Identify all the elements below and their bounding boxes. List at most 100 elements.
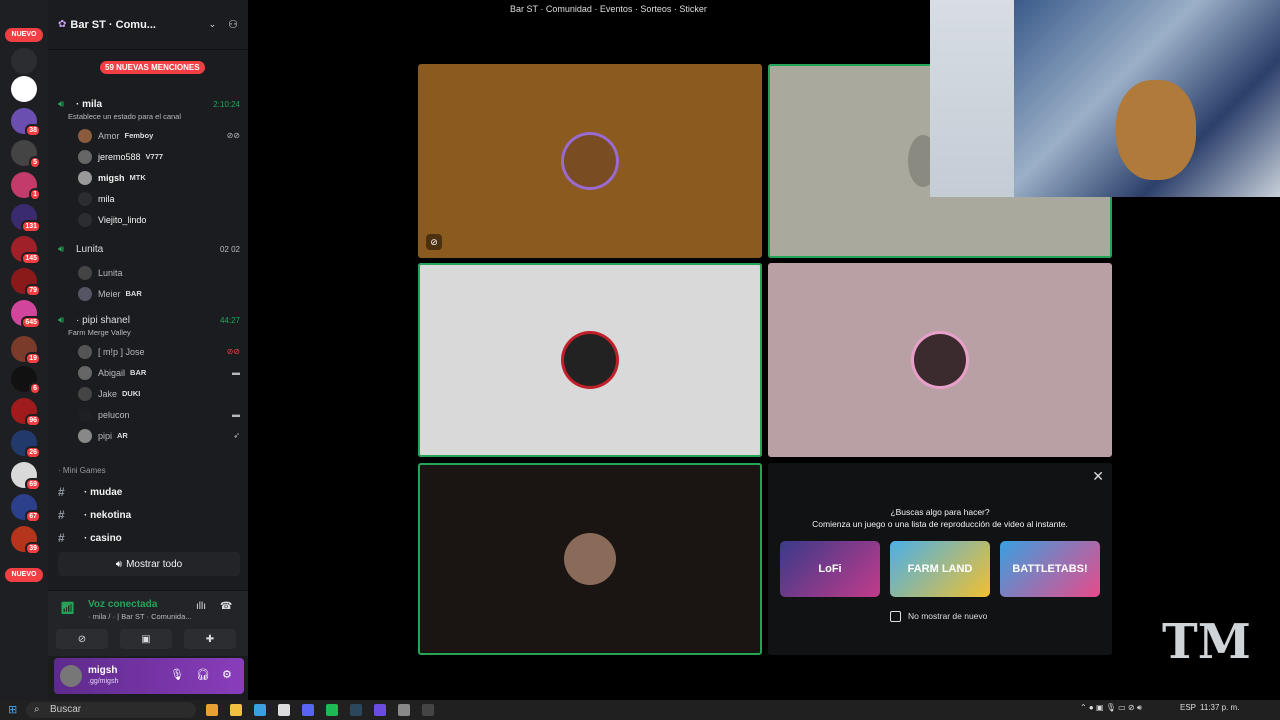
server-icon[interactable]: 96 [11, 398, 41, 427]
channel-logo-watermark: TM [1162, 614, 1251, 670]
server-icon-xs[interactable] [11, 48, 37, 74]
server-icon[interactable]: 26 [11, 430, 41, 459]
server-icon-tem[interactable] [11, 76, 37, 102]
app-icon[interactable] [254, 704, 266, 716]
dont-show-again-label[interactable]: No mostrar de nuevo [908, 611, 987, 621]
voice-connected-label[interactable]: Voz conectada [88, 599, 157, 610]
activities-button[interactable]: ✚ [184, 629, 236, 649]
participant-tile[interactable] [418, 463, 762, 655]
member-tag: Femboy [124, 131, 154, 140]
dont-show-again-checkbox[interactable] [890, 611, 901, 622]
voice-member[interactable]: Viejito_lindo [58, 209, 240, 230]
participant-tile[interactable] [418, 263, 762, 457]
server-icon[interactable]: 38 [11, 108, 41, 137]
server-icon[interactable]: 6 [11, 366, 41, 395]
hash-icon: # [58, 508, 65, 522]
discord-icon[interactable] [302, 704, 314, 716]
search-placeholder: Buscar [50, 704, 82, 715]
app-icon[interactable] [398, 704, 410, 716]
channel-name: · nekotina [84, 509, 132, 521]
server-icon[interactable]: 5 [11, 140, 41, 169]
category-mini-games[interactable]: · Mini Games [58, 466, 106, 475]
spotify-icon[interactable] [326, 704, 338, 716]
participant-tile[interactable] [768, 263, 1112, 457]
app-icon[interactable] [278, 704, 290, 716]
add-member-icon[interactable]: ⚇ [228, 18, 238, 31]
muted-deafened-icon: ⊘⊘ [226, 131, 240, 140]
voice-member[interactable]: pipi AR ➶ [58, 425, 240, 446]
participant-tile[interactable]: ⊘ [418, 64, 762, 258]
mention-count-badge: 67 [25, 510, 41, 523]
chrome-icon[interactable] [206, 704, 218, 716]
noise-suppression-icon[interactable]: ıllı [196, 601, 206, 612]
avatar [78, 149, 92, 164]
app-icon[interactable] [422, 704, 434, 716]
activity-card-farmland[interactable]: FARM LAND [890, 541, 990, 597]
server-icon[interactable]: 79 [11, 268, 41, 297]
voice-member[interactable]: mila [58, 188, 240, 209]
voice-channel-status[interactable]: Establece un estado para el canal [58, 112, 240, 121]
server-icon[interactable]: 131 [11, 204, 41, 233]
close-icon[interactable]: ✕ [1092, 468, 1104, 485]
voice-channel-lunita[interactable]: 🔊︎ Lunita 02 02 Lunita Meier BAR [58, 241, 240, 304]
voice-channel-pipi-shanel[interactable]: 🔊︎ · pipi shanel 44:27 Farm Merge Valley… [58, 312, 240, 446]
new-badge-bottom[interactable]: NUEVO [5, 568, 43, 582]
server-icon-active[interactable]: 69 [11, 462, 41, 491]
server-icon[interactable]: 67 [11, 494, 41, 523]
server-icon[interactable]: 145 [11, 236, 41, 265]
voice-member[interactable]: Lunita [58, 262, 240, 283]
text-channel-nekotina[interactable]: # · nekotina [48, 505, 248, 525]
activity-suggestion-panel: ✕ ¿Buscas algo para hacer? Comienza un j… [768, 463, 1112, 655]
server-icon[interactable]: 1 [11, 172, 41, 201]
avatar [78, 265, 92, 280]
app-icon[interactable] [374, 704, 386, 716]
server-icon[interactable]: 19 [11, 336, 41, 365]
video-icon: ▬ [232, 368, 240, 377]
server-icon[interactable]: 645 [11, 300, 41, 329]
tray-icons[interactable]: ⌃ ● ▣ 🎙︎ ▭ ⊘ 🔊︎ [1080, 703, 1142, 713]
microphone-icon[interactable]: 🎙︎ [170, 668, 184, 681]
new-badge-top[interactable]: NUEVO [5, 28, 43, 42]
windows-start-icon[interactable]: ⊞ [8, 703, 17, 716]
text-channel-casino[interactable]: # · casino [48, 528, 248, 548]
voice-connected-channel[interactable]: · mila / · | Bar ST · Comunida... [88, 612, 192, 621]
new-mentions-pill[interactable]: 59 NUEVAS MENCIONES [100, 61, 205, 74]
streamer-figure [1116, 80, 1196, 180]
voice-member[interactable]: Abigail BAR ▬ [58, 362, 240, 383]
voice-member[interactable]: jeremo588 V777 [58, 146, 240, 167]
voice-channel-mila[interactable]: 🔊︎ · mila 2:10:24 Establece un estado pa… [58, 96, 240, 230]
taskbar-search[interactable]: ⌕ Buscar [26, 702, 196, 718]
clock[interactable]: 11:37 p. m. [1200, 703, 1239, 712]
disconnect-icon[interactable]: ☎ [220, 601, 232, 612]
voice-member[interactable]: Jake DUKI [58, 383, 240, 404]
headphones-icon[interactable]: 🎧︎ [196, 668, 210, 681]
user-name[interactable]: migsh [88, 665, 117, 676]
activity-rocket-icon: ➶ [233, 431, 240, 440]
avatar [78, 386, 92, 401]
text-channel-mudae[interactable]: # · mudae [48, 482, 248, 502]
steam-icon[interactable] [350, 704, 362, 716]
folder-icon[interactable] [230, 704, 242, 716]
activity-card-battletabs[interactable]: BATTLETABS! [1000, 541, 1100, 597]
server-icon[interactable]: 39 [11, 526, 41, 555]
activity-card-lofi[interactable]: LoFi [780, 541, 880, 597]
camera-off-button[interactable]: ⊘ [56, 629, 108, 649]
share-screen-button[interactable]: ▣ [120, 629, 172, 649]
gear-icon[interactable]: ⚙ [222, 668, 232, 681]
mention-count-badge: 39 [25, 542, 41, 555]
voice-member[interactable]: [ m!p ] Jose ⊘⊘ [58, 341, 240, 362]
voice-member[interactable]: migsh MTK [58, 167, 240, 188]
member-tag: AR [117, 431, 128, 440]
voice-member[interactable]: Meier BAR [58, 283, 240, 304]
user-status: .gg/migsh [88, 678, 119, 685]
server-header[interactable]: ✿ Bar ST · Comu... ⌄ ⚇ [48, 0, 248, 50]
input-language[interactable]: ESP [1180, 703, 1196, 712]
search-icon: ⌕ [34, 704, 40, 715]
show-all-button[interactable]: 🔊︎ Mostrar todo [58, 552, 240, 576]
user-avatar[interactable] [60, 665, 82, 687]
mention-count-badge: 19 [25, 352, 41, 365]
voice-member[interactable]: pelucon ▬ [58, 404, 240, 425]
voice-member[interactable]: Amor Femboy ⊘⊘ [58, 125, 240, 146]
voice-channel-name: Lunita [76, 243, 104, 255]
member-name: Lunita [98, 267, 123, 278]
